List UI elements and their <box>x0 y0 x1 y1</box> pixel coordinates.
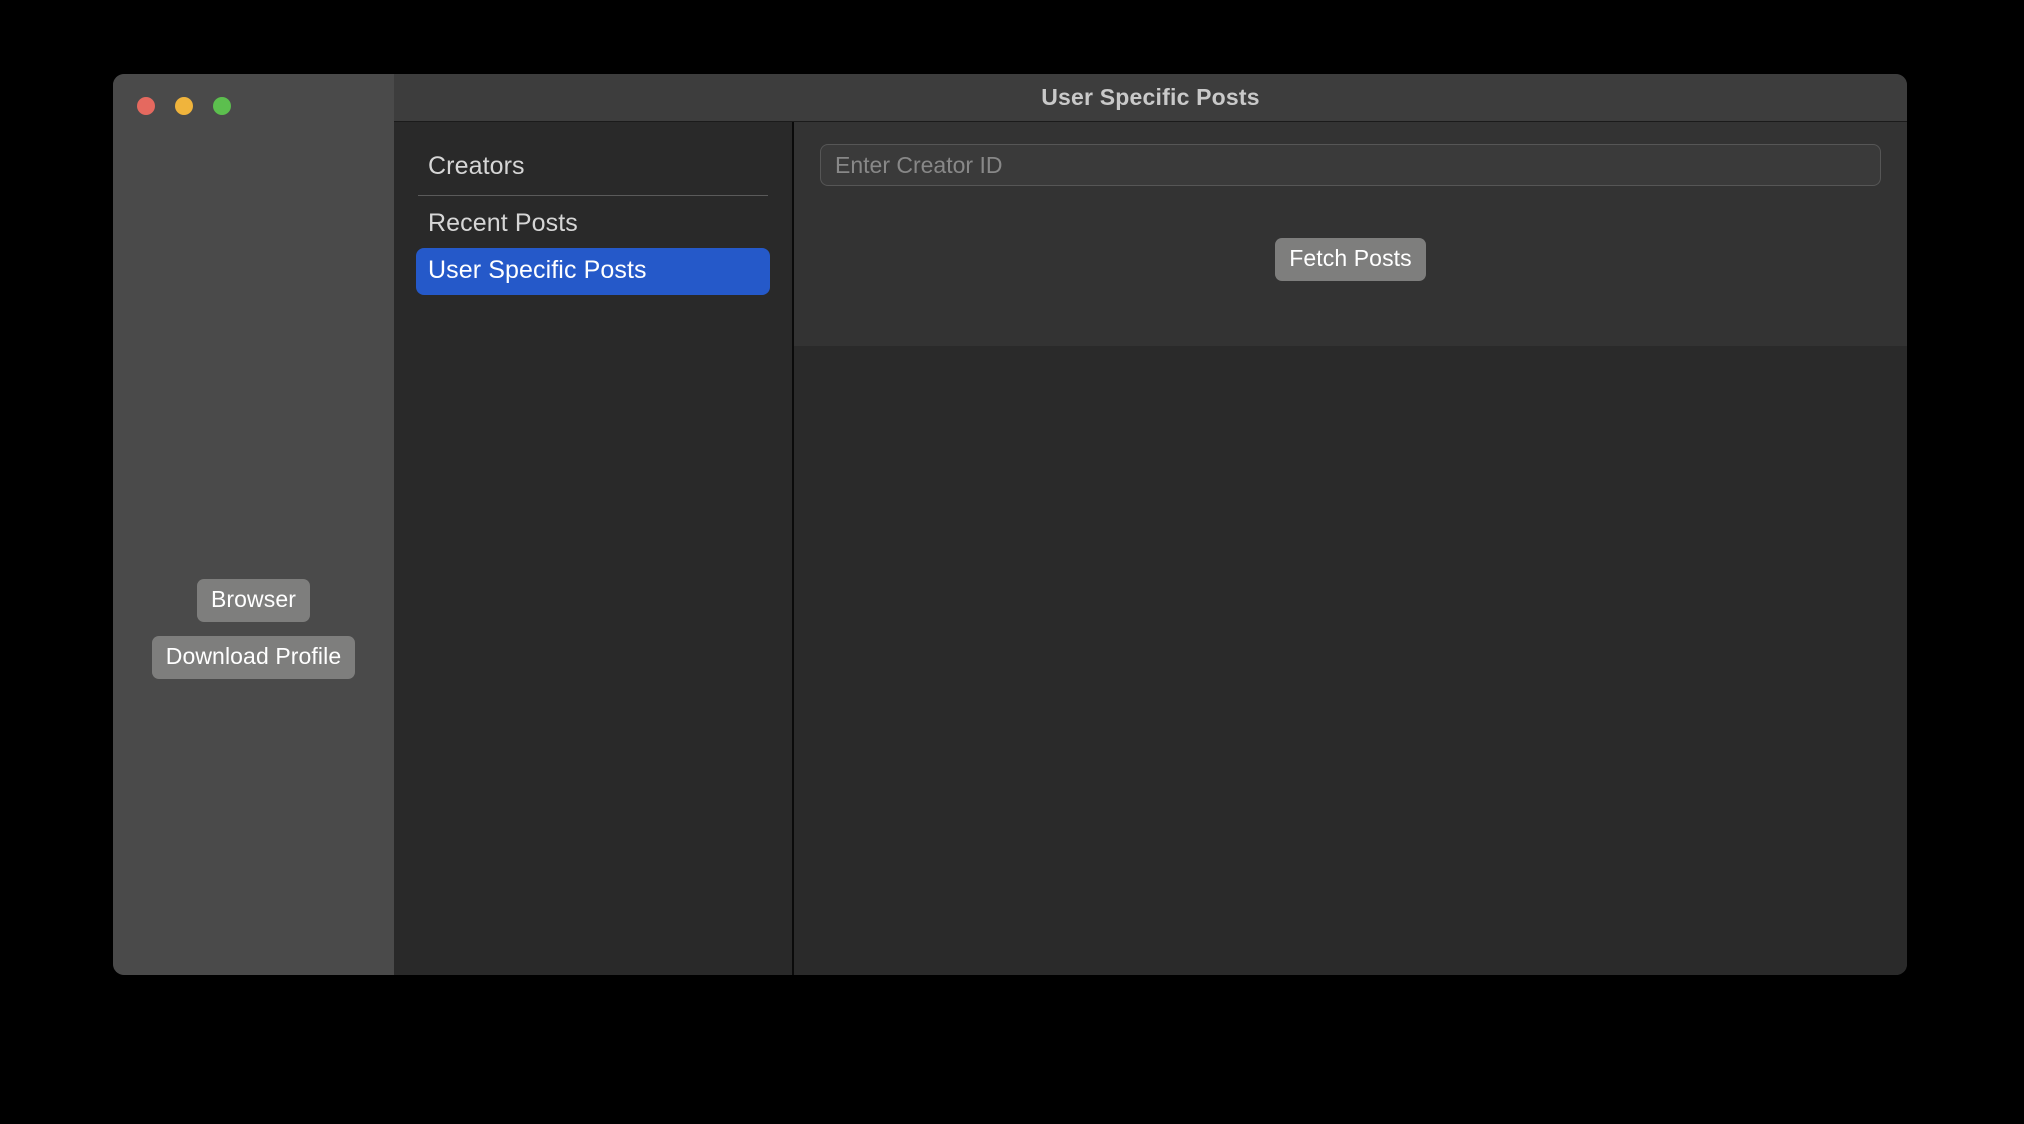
results-list[interactable] <box>794 346 1907 975</box>
main-content: Fetch Posts <box>794 122 1907 975</box>
window-title: User Specific Posts <box>1041 84 1260 110</box>
fetch-form-area: Fetch Posts <box>794 122 1907 346</box>
navigation-sidebar: Creators Recent Posts User Specific Post… <box>394 122 794 975</box>
screen: Browser Download Profile User Specific P… <box>0 0 2024 1124</box>
fetch-button-row: Fetch Posts <box>820 238 1881 281</box>
browser-button[interactable]: Browser <box>196 579 311 622</box>
sidebar-item-recent-posts[interactable]: Recent Posts <box>416 201 770 248</box>
download-profile-button-row: Download Profile <box>113 636 394 679</box>
sidebar-divider <box>418 195 768 196</box>
browser-button-row: Browser <box>113 579 394 622</box>
app-window: Browser Download Profile User Specific P… <box>113 74 1907 975</box>
window-right-side: User Specific Posts Creators Recent Post… <box>394 74 1907 975</box>
left-toolbar-panel: Browser Download Profile <box>113 74 394 975</box>
sidebar-item-creators[interactable]: Creators <box>416 144 770 191</box>
left-panel-actions: Browser Download Profile <box>113 74 394 975</box>
sidebar-item-user-specific-posts[interactable]: User Specific Posts <box>416 248 770 295</box>
title-bar: User Specific Posts <box>394 74 1907 122</box>
download-profile-button[interactable]: Download Profile <box>151 636 356 679</box>
creator-id-input[interactable] <box>820 144 1881 186</box>
window-body: Creators Recent Posts User Specific Post… <box>394 122 1907 975</box>
fetch-posts-button[interactable]: Fetch Posts <box>1275 238 1426 281</box>
